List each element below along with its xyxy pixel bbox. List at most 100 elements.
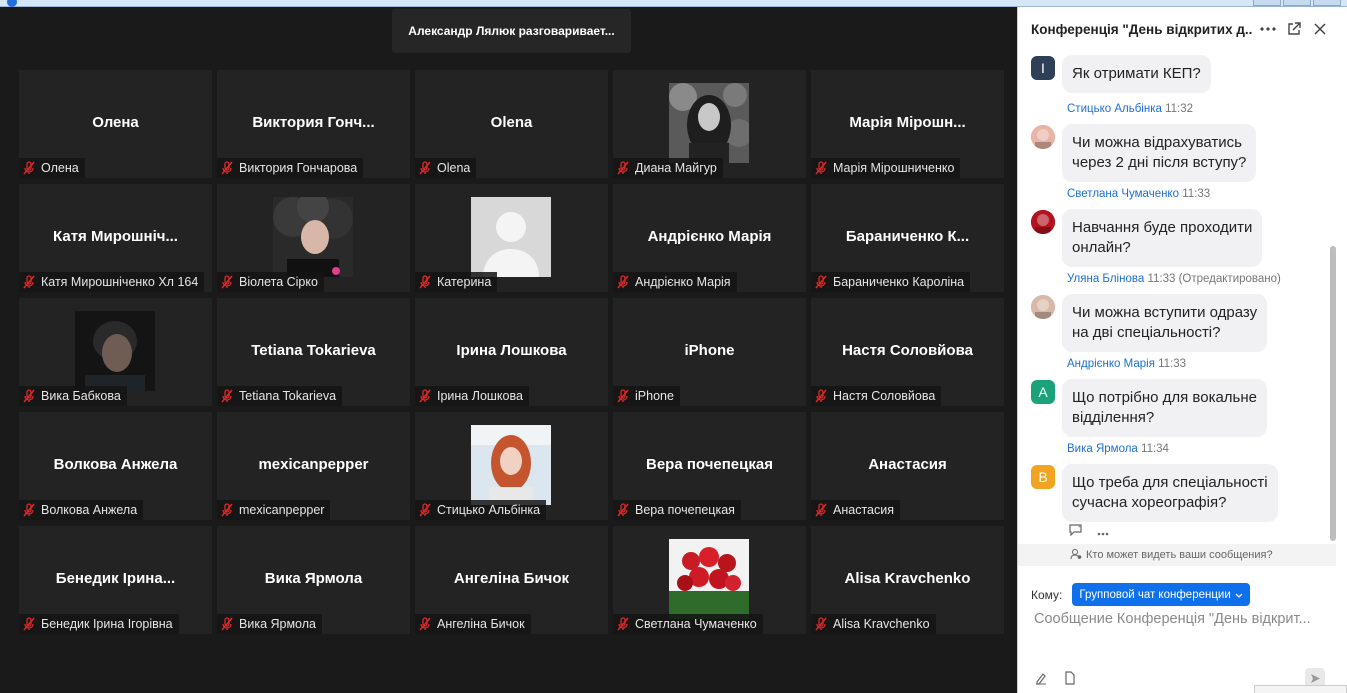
participant-tile[interactable]: Вера почепецкая Вера почепецкая: [613, 412, 806, 520]
participant-tile[interactable]: Марія Мірошн... Марія Мірошниченко: [811, 70, 1004, 178]
muted-mic-icon: [419, 389, 431, 403]
muted-mic-icon: [419, 617, 431, 631]
participant-name: Alisa Kravchenko: [833, 617, 930, 631]
participant-name: iPhone: [635, 389, 674, 403]
participant-tile[interactable]: Tetiana Tokarieva Tetiana Tokarieva: [217, 298, 410, 406]
participant-display-name: Бараниченко К...: [845, 228, 970, 245]
message-bubble[interactable]: Що треба для спеціальності сучасна хореог…: [1062, 464, 1278, 522]
minimize-button[interactable]: [1253, 0, 1281, 6]
participant-name-label: Анастасия: [811, 500, 900, 520]
reply-icon[interactable]: +: [1068, 523, 1083, 539]
scrollbar-thumb[interactable]: [1330, 246, 1336, 541]
zoom-app-icon: [7, 0, 17, 7]
message-time: 11:33: [1158, 358, 1187, 370]
photo-monochrome-girl-flowers: [669, 83, 749, 163]
muted-mic-icon: [815, 389, 827, 403]
participant-tile[interactable]: Бараниченко К... Бараниченко Кароліна: [811, 184, 1004, 292]
maximize-button[interactable]: [1283, 0, 1311, 6]
photo-dark-portrait: [75, 311, 155, 391]
popout-icon[interactable]: [1285, 20, 1303, 38]
message-bubble[interactable]: Навчання буде проходити онлайн?: [1062, 209, 1263, 267]
participant-name-label: Alisa Kravchenko: [811, 614, 936, 634]
avatar[interactable]: B: [1031, 465, 1055, 489]
message-text-line: Що потрібно для вокальне: [1072, 389, 1258, 406]
participant-tile[interactable]: Стицько Альбінка: [415, 412, 608, 520]
message-sender[interactable]: Уляна Блінова: [1067, 273, 1144, 285]
chat-scrollbar[interactable]: [1329, 51, 1337, 549]
participant-name: Віолета Сірко: [239, 275, 318, 289]
participant-display-name: mexicanpepper: [258, 456, 369, 473]
participant-tile[interactable]: Катя Мирошніч... Катя Мирошніченко Хл 164: [19, 184, 212, 292]
format-text-icon[interactable]: [1034, 671, 1048, 688]
participant-name: Олена: [41, 161, 79, 175]
chat-panel: Конференція "День відкритих д... I Як отр…: [1017, 7, 1347, 693]
avatar[interactable]: [1031, 295, 1055, 319]
participant-display-name: Андрієнко Марія: [647, 228, 772, 245]
avatar[interactable]: [1031, 125, 1055, 149]
participant-tile[interactable]: mexicanpepper mexicanpepper: [217, 412, 410, 520]
message-bubble[interactable]: Чи можна вступити одразу на дві спеціальн…: [1062, 294, 1268, 352]
close-icon[interactable]: [1311, 20, 1329, 38]
participant-tile[interactable]: Alisa Kravchenko Alisa Kravchenko: [811, 526, 1004, 634]
avatar[interactable]: [1031, 210, 1055, 234]
recipient-dropdown[interactable]: Групповой чат конференции: [1072, 583, 1250, 606]
participant-tile[interactable]: Olena Olena: [415, 70, 608, 178]
participant-tile[interactable]: Волкова Анжела Волкова Анжела: [19, 412, 212, 520]
participant-tile[interactable]: Настя Соловйова Настя Соловйова: [811, 298, 1004, 406]
message-time: 11:32: [1165, 103, 1194, 115]
participant-display-name: Tetiana Tokarieva: [251, 342, 376, 359]
avatar[interactable]: A: [1031, 380, 1055, 404]
participant-tile[interactable]: Вика Ярмола Вика Ярмола: [217, 526, 410, 634]
message-sender[interactable]: Светлана Чумаченко: [1067, 188, 1179, 200]
participant-name: Ірина Лошкова: [437, 389, 523, 403]
more-actions-icon[interactable]: [1097, 524, 1109, 539]
participant-tile[interactable]: Катерина: [415, 184, 608, 292]
message-sender[interactable]: Андрієнко Марія: [1067, 358, 1155, 370]
participant-tile[interactable]: Андрієнко Марія Андрієнко Марія: [613, 184, 806, 292]
participant-tile[interactable]: Светлана Чумаченко: [613, 526, 806, 634]
close-window-button[interactable]: [1313, 0, 1341, 6]
participant-tile[interactable]: Вика Бабкова: [19, 298, 212, 406]
participant-name: Виктория Гончарова: [239, 161, 358, 175]
visibility-info[interactable]: Кто может видеть ваши сообщения?: [1018, 544, 1336, 566]
avatar-letter: I: [1041, 60, 1045, 76]
participant-tile[interactable]: Олена Олена: [19, 70, 212, 178]
participant-name: Стицько Альбінка: [437, 503, 541, 517]
muted-mic-icon: [815, 161, 827, 175]
participant-display-name: Настя Соловйова: [842, 342, 973, 359]
participant-display-name: Olena: [490, 114, 533, 131]
more-icon[interactable]: [1259, 20, 1277, 38]
participant-tile[interactable]: Бенедик Ірина... Бенедик Ірина Ігорівна: [19, 526, 212, 634]
message-meta: Светлана Чумаченко 11:33: [1067, 188, 1210, 200]
active-speaker-banner: Александр Лялюк разговаривает...: [392, 9, 631, 53]
message-bubble[interactable]: Як отримати КЕП?: [1062, 55, 1211, 93]
participant-tile[interactable]: Віолета Сірко: [217, 184, 410, 292]
message-bubble[interactable]: Що потрібно для вокальне відділення?: [1062, 379, 1268, 437]
message-sender[interactable]: Стицько Альбінка: [1067, 103, 1162, 115]
message-text-line: відділення?: [1072, 409, 1155, 426]
participant-name: Бенедик Ірина Ігорівна: [41, 617, 173, 631]
message-meta: Вика Ярмола 11:34: [1067, 443, 1169, 455]
participant-tile[interactable]: Диана Майгур: [613, 70, 806, 178]
visibility-text: Кто может видеть ваши сообщения?: [1086, 549, 1273, 561]
message-text-line: через 2 дні після вступу?: [1072, 154, 1247, 171]
participant-name: Катерина: [437, 275, 492, 289]
photo-redhead-girl: [471, 425, 551, 505]
participant-tile[interactable]: Анастасия Анастасия: [811, 412, 1004, 520]
participant-name: Вика Бабкова: [41, 389, 121, 403]
participant-tile[interactable]: Виктория Гонч... Виктория Гончарова: [217, 70, 410, 178]
muted-mic-icon: [617, 389, 629, 403]
participant-tile[interactable]: Ірина Лошкова Ірина Лошкова: [415, 298, 608, 406]
message-sender[interactable]: Вика Ярмола: [1067, 443, 1138, 455]
attach-file-icon[interactable]: [1064, 671, 1076, 688]
participant-tile[interactable]: iPhone iPhone: [613, 298, 806, 406]
muted-mic-icon: [617, 275, 629, 289]
muted-mic-icon: [815, 503, 827, 517]
participant-tile[interactable]: Ангеліна Бичок Ангеліна Бичок: [415, 526, 608, 634]
participant-name-label: mexicanpepper: [217, 500, 331, 520]
avatar[interactable]: I: [1031, 56, 1055, 80]
message-input[interactable]: Сообщение Конференція "День відкрит...: [1034, 611, 1334, 635]
chat-message-list[interactable]: I Як отримати КЕП? Стицько Альбінка 11:32 …: [1018, 51, 1334, 549]
participant-display-name: Вера почепецкая: [646, 456, 773, 473]
message-bubble[interactable]: Чи можна відрахуватись через 2 дні після …: [1062, 124, 1257, 182]
